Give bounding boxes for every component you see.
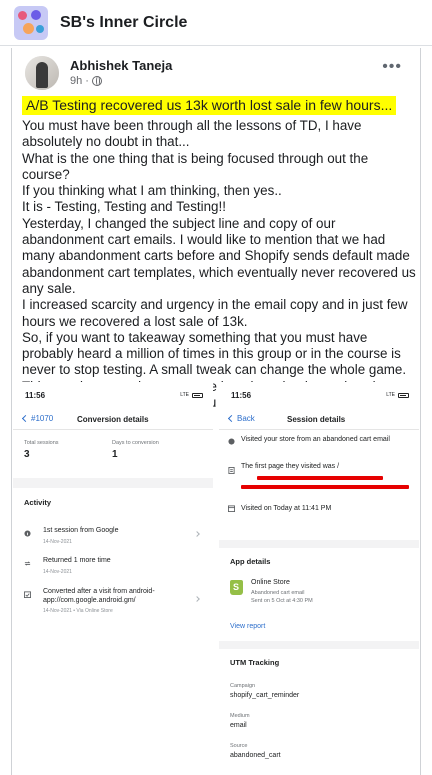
group-title[interactable]: SB's Inner Circle [60, 14, 187, 32]
nav-title: Conversion details [77, 415, 149, 424]
group-avatar[interactable] [14, 5, 48, 40]
view-report-link[interactable]: View report [230, 623, 265, 630]
session-icon [24, 530, 31, 537]
post-headline: A/B Testing recovered us 13k worth lost … [22, 96, 397, 115]
days-to-conversion-value: 1 [112, 449, 118, 460]
activity-date: 14-Nov-2021 [43, 538, 72, 545]
visited-on-text: Visited on Today at 11:41 PM [241, 505, 332, 512]
nav-title: Session details [287, 415, 346, 424]
app-details-section: App details Online Store Abandoned cart … [219, 548, 419, 641]
activity-panel: Activity 1st session from Google 14-Nov-2… [13, 488, 213, 775]
back-label: #1070 [31, 414, 54, 423]
app-details-heading: App details [230, 557, 271, 566]
session-summary: Visited your store from an abandoned car… [219, 430, 419, 540]
signal-label: LTE [386, 392, 395, 398]
app-sub-email: Abandoned cart email [251, 590, 305, 596]
utm-section: UTM Tracking Campaign shopify_cart_remin… [219, 649, 419, 775]
app-name: Online Store [251, 579, 290, 586]
activity-date: 14-Nov-2021 [43, 568, 72, 575]
campaign-label: Campaign [230, 683, 256, 689]
list-item[interactable]: Converted after a visit from android-app… [13, 587, 213, 627]
activity-date: 14-Nov-2021 • Via Online Store [43, 608, 113, 614]
visited-text: Visited your store from an abandoned car… [241, 436, 390, 443]
chevron-left-icon [227, 414, 236, 423]
signal-label: LTE [180, 392, 189, 398]
post-header: Abhishek Taneja 9h · ••• [12, 48, 420, 92]
nav-bar: Back Session details [219, 408, 419, 430]
status-time: 11:56 [231, 390, 252, 400]
redaction-bar [241, 485, 409, 489]
back-label: Back [237, 414, 255, 423]
total-sessions-label: Total sessions [24, 440, 59, 446]
post-meta: 9h · [70, 75, 102, 87]
activity-title: Activity [24, 498, 52, 507]
author-name[interactable]: Abhishek Taneja [70, 58, 172, 73]
redaction-bar [257, 476, 383, 480]
more-options-icon[interactable]: ••• [382, 59, 402, 75]
source-label: Source [230, 743, 248, 749]
page-icon [228, 467, 235, 474]
chevron-right-icon [194, 596, 200, 602]
stats-panel: Total sessions 3 Days to conversion 1 [13, 430, 213, 478]
activity-text: Returned 1 more time [43, 557, 111, 564]
list-item[interactable]: Returned 1 more time 14-Nov-2021 [13, 556, 213, 588]
post-time[interactable]: 9h · [70, 75, 89, 87]
first-page-text: The first page they visited was / [241, 463, 340, 470]
campaign-value: shopify_cart_reminder [230, 692, 300, 699]
status-bar: 11:56 LTE [13, 382, 213, 408]
back-button[interactable]: #1070 [13, 414, 53, 423]
utm-heading: UTM Tracking [230, 658, 280, 667]
battery-icon [398, 392, 409, 398]
return-icon [24, 561, 31, 566]
calendar-icon [228, 505, 235, 512]
nav-bar: #1070 Conversion details [13, 408, 213, 430]
group-header: SB's Inner Circle [0, 0, 432, 46]
battery-icon [192, 392, 203, 398]
calendar-check-icon [24, 591, 31, 598]
chevron-right-icon [194, 531, 200, 537]
chat-icon [228, 438, 235, 445]
post-card: Abhishek Taneja 9h · ••• A/B Testing rec… [11, 48, 421, 775]
globe-icon [91, 76, 102, 86]
status-bar: 11:56 LTE [219, 382, 419, 408]
source-value: abandoned_cart [230, 752, 281, 759]
shopify-icon [230, 580, 243, 595]
activity-text: Converted after a visit from android-app… [43, 588, 155, 604]
session-details-screenshot[interactable]: 11:56 LTE Back Session details Visited y… [219, 382, 419, 775]
medium-value: email [230, 722, 247, 729]
status-time: 11:56 [25, 390, 46, 400]
total-sessions-value: 3 [24, 449, 30, 460]
chevron-left-icon [21, 414, 30, 423]
avatar[interactable] [25, 56, 59, 90]
activity-text: 1st session from Google [43, 527, 119, 534]
conversion-details-screenshot[interactable]: 11:56 LTE #1070 Conversion details Total… [13, 382, 213, 775]
days-to-conversion-label: Days to conversion [112, 440, 159, 446]
list-item[interactable]: 1st session from Google 14-Nov-2021 [13, 526, 213, 558]
app-sub-sent: Sent on 5 Oct at 4:30 PM [251, 598, 313, 604]
medium-label: Medium [230, 713, 250, 719]
back-button[interactable]: Back [219, 414, 255, 423]
